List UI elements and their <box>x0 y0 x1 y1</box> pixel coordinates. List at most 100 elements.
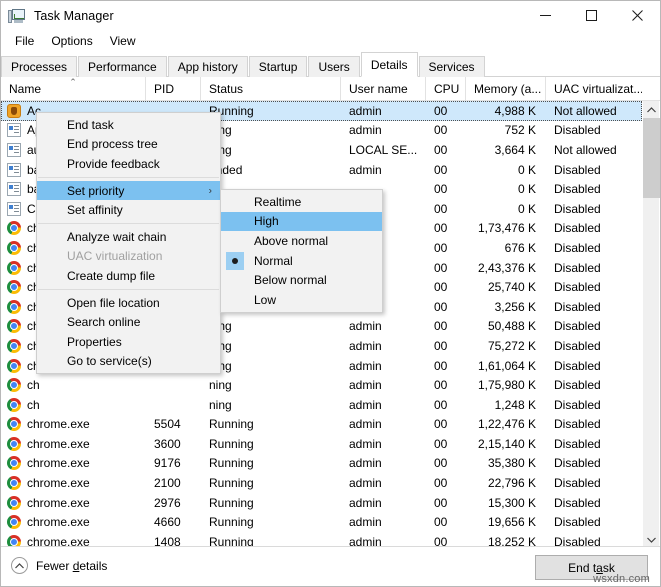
tab-processes[interactable]: Processes <box>1 56 78 77</box>
menu-item-create-dump-file[interactable]: Create dump file <box>37 266 220 286</box>
process-memory-cell: 3,664 K <box>494 142 536 157</box>
tab-list: Processes Performance App history Startu… <box>1 52 486 77</box>
process-cpu-cell: 00 <box>434 378 448 393</box>
chrome-icon <box>7 515 21 530</box>
process-cpu-cell: 00 <box>434 182 448 197</box>
priority-option-label: High <box>254 214 279 229</box>
process-uac-cell: Disabled <box>554 476 601 491</box>
tab-users[interactable]: Users <box>308 56 360 77</box>
process-pid-cell: 2976 <box>154 495 181 510</box>
priority-option-high[interactable]: High <box>221 211 382 232</box>
process-memory-cell: 2,15,140 K <box>477 436 536 451</box>
table-row[interactable]: chrome.exe 2976 Running admin 00 15,300 K Disa… <box>1 493 642 513</box>
priority-option-above-normal[interactable]: Above normal <box>221 231 382 251</box>
maximize-button[interactable] <box>568 1 614 30</box>
menu-item-analyze-wait-chain[interactable]: Analyze wait chain <box>37 227 220 247</box>
process-cpu-cell: 00 <box>434 417 448 432</box>
menu-item-end-process-tree[interactable]: End process tree <box>37 135 220 155</box>
process-memory-cell: 19,656 K <box>487 515 536 530</box>
scrollbar-thumb[interactable] <box>643 118 660 198</box>
menu-options[interactable]: Options <box>44 32 101 50</box>
menu-item-search-online[interactable]: Search online <box>37 312 220 332</box>
table-row[interactable]: chrome.exe 9176 Running admin 00 35,380 K Disa… <box>1 454 642 474</box>
process-status-cell: Running <box>209 417 254 432</box>
column-header-pid[interactable]: PID <box>146 77 201 101</box>
process-pid-cell: 4660 <box>154 515 181 530</box>
menu-item-label: Analyze wait chain <box>67 229 167 244</box>
chrome-icon <box>7 280 21 295</box>
process-user-cell: admin <box>349 378 382 393</box>
process-uac-cell: Disabled <box>554 280 601 295</box>
table-row[interactable]: ch ning admin 00 1,248 K Disabled <box>1 395 642 415</box>
process-uac-cell: Disabled <box>554 201 601 216</box>
task-manager-window: Task Manager File Options View Processes… <box>0 0 661 587</box>
minimize-button[interactable] <box>522 1 568 30</box>
fewer-details-button[interactable]: Fewer details <box>11 557 107 574</box>
vertical-scrollbar[interactable] <box>642 101 660 548</box>
process-status-cell: ended <box>209 162 243 177</box>
process-cpu-cell: 00 <box>434 103 448 118</box>
process-name-label: ch <box>27 397 40 412</box>
priority-option-normal[interactable]: Normal <box>221 251 382 271</box>
process-uac-cell: Disabled <box>554 338 601 353</box>
process-name-cell: ch <box>1 397 146 412</box>
table-row[interactable]: chrome.exe 5504 Running admin 00 1,22,476 K Di… <box>1 415 642 435</box>
menu-item-provide-feedback[interactable]: Provide feedback <box>37 154 220 174</box>
menu-item-go-to-service-s[interactable]: Go to service(s) <box>37 352 220 372</box>
radio-selected-icon <box>226 251 244 270</box>
process-name-cell: chrome.exe <box>1 436 146 451</box>
chrome-icon <box>7 299 21 314</box>
priority-option-below-normal[interactable]: Below normal <box>221 270 382 290</box>
column-header-uac-virtualization[interactable]: UAC virtualizat... <box>546 77 642 101</box>
table-row[interactable]: ch ning admin 00 1,75,980 K Disabled <box>1 375 642 395</box>
menu-view[interactable]: View <box>103 32 145 50</box>
menu-item-set-affinity[interactable]: Set affinity <box>37 200 220 220</box>
process-user-cell: admin <box>349 123 382 138</box>
tab-services[interactable]: Services <box>418 56 485 77</box>
table-row[interactable]: chrome.exe 4660 Running admin 00 19,656 K Disa… <box>1 512 642 532</box>
column-header-cpu[interactable]: CPU <box>426 77 466 101</box>
process-uac-cell: Disabled <box>554 515 601 530</box>
process-status-cell: ning <box>201 339 341 353</box>
scroll-up-icon[interactable] <box>643 101 660 118</box>
chrome-icon <box>7 240 21 255</box>
menu-separator <box>38 222 219 224</box>
generic-icon <box>7 182 21 197</box>
process-user-cell: admin <box>349 476 382 491</box>
menu-item-end-task[interactable]: End task <box>37 115 220 135</box>
menu-item-set-priority[interactable]: Set priority › <box>37 180 220 201</box>
menu-item-label: End process tree <box>67 137 158 152</box>
process-name-cell: chrome.exe <box>1 515 146 530</box>
column-header-status[interactable]: Status <box>201 77 341 101</box>
process-cpu-cell: 00 <box>434 515 448 530</box>
tab-startup[interactable]: Startup <box>248 56 308 77</box>
process-status-cell: Running <box>209 515 254 530</box>
table-row[interactable]: chrome.exe 3600 Running admin 00 2,15,140 K Di… <box>1 434 642 454</box>
process-uac-cell: Not allowed <box>554 103 617 118</box>
close-button[interactable] <box>614 1 660 30</box>
chevron-right-icon: › <box>208 185 212 197</box>
process-uac-cell: Disabled <box>554 378 601 393</box>
column-header-user-name[interactable]: User name <box>341 77 426 101</box>
menu-item-open-file-location[interactable]: Open file location <box>37 293 220 313</box>
column-header-memory[interactable]: Memory (a... <box>466 77 546 101</box>
column-header-name[interactable]: ⌃ Name <box>1 77 146 101</box>
menu-item-properties[interactable]: Properties <box>37 332 220 352</box>
process-name-label: chrome.exe <box>27 476 90 491</box>
process-name-label: ch <box>27 378 40 393</box>
process-memory-cell: 1,61,064 K <box>477 358 536 373</box>
process-name-cell: chrome.exe <box>1 495 146 510</box>
table-row[interactable]: chrome.exe 2100 Running admin 00 22,796 K Disa… <box>1 473 642 493</box>
chrome-icon <box>7 417 21 432</box>
tab-performance[interactable]: Performance <box>78 56 167 77</box>
column-header-row: ⌃ Name PID Status User name CPU Memory (… <box>1 77 660 101</box>
window-title: Task Manager <box>34 8 114 23</box>
process-name-cell: chrome.exe <box>1 476 146 491</box>
tab-app-history[interactable]: App history <box>167 56 248 77</box>
process-cpu-cell: 00 <box>434 476 448 491</box>
priority-option-realtime[interactable]: Realtime <box>221 192 382 212</box>
menu-file[interactable]: File <box>8 32 43 50</box>
process-memory-cell: 1,248 K <box>494 397 536 412</box>
priority-option-low[interactable]: Low <box>221 290 382 310</box>
tab-details[interactable]: Details <box>360 52 418 77</box>
